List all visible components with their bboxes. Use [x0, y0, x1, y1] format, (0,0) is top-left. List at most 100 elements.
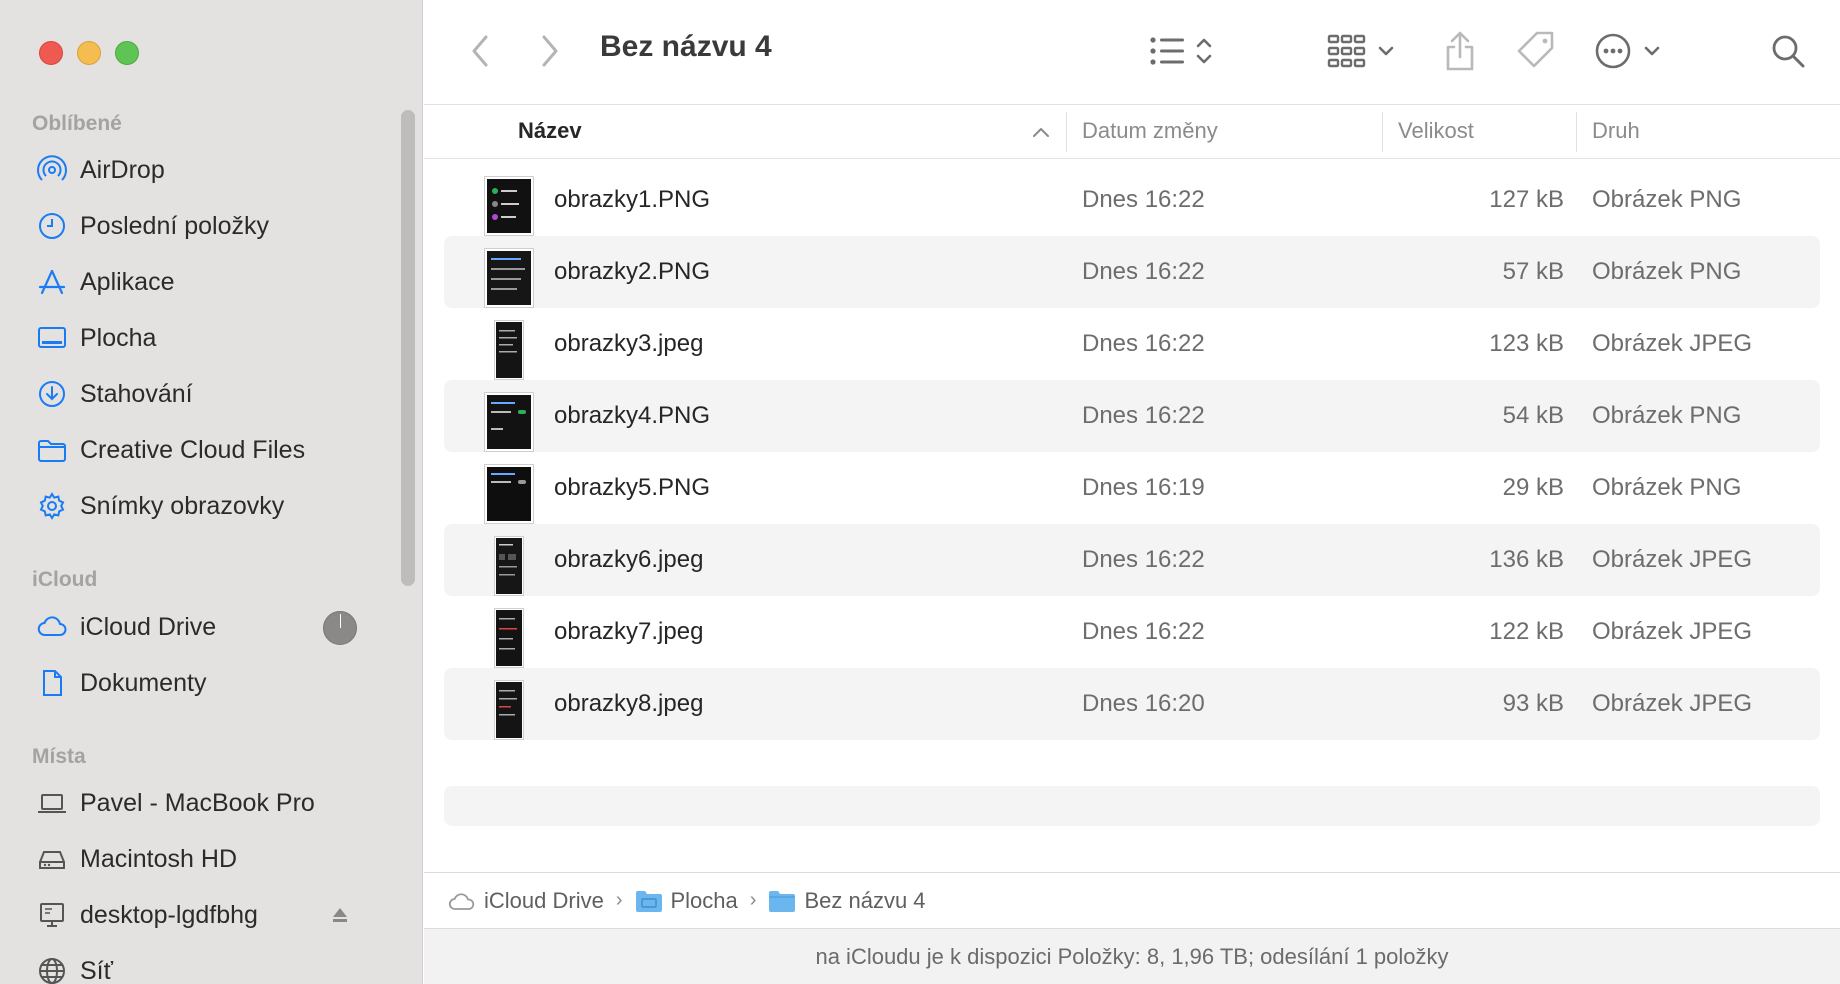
- minimize-window-button[interactable]: [77, 41, 101, 65]
- view-mode-list-button[interactable]: [1146, 27, 1226, 75]
- table-row[interactable]: obrazky5.PNG Dnes 16:19 29 kB Obrázek PN…: [444, 452, 1820, 524]
- file-list: obrazky1.PNG Dnes 16:22 127 kB Obrázek P…: [444, 164, 1820, 740]
- chevron-right-icon: ›: [615, 889, 623, 911]
- path-segment-current-folder[interactable]: Bez názvu 4: [768, 888, 926, 914]
- sort-ascending-icon[interactable]: [1032, 126, 1050, 138]
- file-date: Dnes 16:22: [1082, 618, 1205, 645]
- document-icon: [36, 667, 68, 699]
- chevron-left-icon: [472, 35, 488, 67]
- sidebar-item-icloud-drive[interactable]: iCloud Drive: [36, 605, 366, 649]
- file-size: 93 kB: [1502, 690, 1564, 717]
- file-date: Dnes 16:22: [1082, 330, 1205, 357]
- icloud-sync-progress-icon: [323, 611, 357, 645]
- sidebar-item-airdrop[interactable]: AirDrop: [36, 148, 366, 192]
- image-thumbnail-icon: [494, 536, 524, 596]
- sidebar-item-label: AirDrop: [80, 155, 165, 184]
- sidebar-section-favorites: Oblíbené: [32, 112, 122, 135]
- tag-button[interactable]: [1512, 27, 1560, 75]
- sidebar-item-label: Síť: [80, 956, 113, 984]
- image-thumbnail-icon: [494, 320, 524, 380]
- file-kind: Obrázek JPEG: [1592, 618, 1753, 645]
- status-bar: na iCloudu je k dispozici Položky: 8, 1,…: [424, 928, 1840, 984]
- image-thumbnail-icon: [484, 248, 534, 308]
- column-divider[interactable]: [1066, 112, 1067, 152]
- file-date: Dnes 16:19: [1082, 474, 1205, 501]
- sidebar-item-desktop[interactable]: Plocha: [36, 316, 366, 360]
- sidebar-item-documents[interactable]: Dokumenty: [36, 661, 366, 705]
- sidebar-item-label: Macintosh HD: [80, 844, 237, 873]
- table-row[interactable]: obrazky3.jpeg Dnes 16:22 123 kB Obrázek …: [444, 308, 1820, 380]
- path-segment-plocha[interactable]: Plocha: [635, 888, 738, 914]
- file-name: obrazky1.PNG: [554, 186, 711, 213]
- search-icon: [1772, 35, 1805, 68]
- image-thumbnail-icon: [484, 392, 534, 452]
- close-window-button[interactable]: [39, 41, 63, 65]
- image-thumbnail-icon: [494, 680, 524, 740]
- sidebar-item-applications[interactable]: Aplikace: [36, 260, 366, 304]
- sidebar-item-macintosh-hd[interactable]: Macintosh HD: [36, 837, 366, 881]
- sidebar-item-screenshots[interactable]: Snímky obrazovky: [36, 484, 366, 528]
- table-row[interactable]: obrazky2.PNG Dnes 16:22 57 kB Obrázek PN…: [444, 236, 1820, 308]
- file-kind: Obrázek PNG: [1592, 474, 1742, 501]
- desktop-icon: [36, 322, 68, 354]
- table-row[interactable]: obrazky7.jpeg Dnes 16:22 122 kB Obrázek …: [444, 596, 1820, 668]
- sidebar-item-label: Stahování: [80, 379, 193, 408]
- file-size: 122 kB: [1489, 618, 1564, 645]
- group-by-button[interactable]: [1326, 27, 1402, 75]
- applications-icon: [36, 266, 68, 298]
- sidebar-scrollbar[interactable]: [401, 110, 415, 586]
- sidebar-item-label: Dokumenty: [80, 668, 207, 697]
- file-date: Dnes 16:22: [1082, 402, 1205, 429]
- sidebar-item-label: Snímky obrazovky: [80, 491, 285, 520]
- column-header-date[interactable]: Datum změny: [1082, 118, 1218, 144]
- column-divider[interactable]: [1576, 112, 1577, 152]
- sidebar-item-macbook[interactable]: Pavel - MacBook Pro: [36, 781, 366, 825]
- path-segment-icloud-drive[interactable]: iCloud Drive: [448, 888, 604, 914]
- column-divider[interactable]: [1382, 112, 1383, 152]
- table-row[interactable]: obrazky6.jpeg Dnes 16:22 136 kB Obrázek …: [444, 524, 1820, 596]
- back-button[interactable]: [460, 27, 500, 75]
- fullscreen-window-button[interactable]: [115, 41, 139, 65]
- sidebar-item-network[interactable]: Síť: [36, 949, 366, 984]
- window-controls: [39, 41, 139, 65]
- table-row[interactable]: obrazky1.PNG Dnes 16:22 127 kB Obrázek P…: [444, 164, 1820, 236]
- folder-icon: [635, 890, 662, 912]
- file-kind: Obrázek JPEG: [1592, 546, 1753, 573]
- folder-icon: [36, 434, 68, 466]
- search-button[interactable]: [1766, 27, 1810, 75]
- more-actions-button[interactable]: [1592, 27, 1668, 75]
- chevron-right-icon: ›: [749, 889, 757, 911]
- file-date: Dnes 16:20: [1082, 690, 1205, 717]
- sidebar-item-network-computer[interactable]: desktop-lgdfbhg: [36, 893, 366, 937]
- table-row[interactable]: obrazky8.jpeg Dnes 16:20 93 kB Obrázek J…: [444, 668, 1820, 740]
- file-kind: Obrázek JPEG: [1592, 330, 1753, 357]
- sidebar-section-locations: Místa: [32, 745, 86, 768]
- sidebar-item-recents[interactable]: Poslední položky: [36, 204, 366, 248]
- column-header-kind[interactable]: Druh: [1592, 118, 1640, 144]
- file-date: Dnes 16:22: [1082, 546, 1205, 573]
- image-thumbnail-icon: [484, 176, 534, 236]
- tag-icon: [1517, 31, 1554, 68]
- column-header-name[interactable]: Název: [518, 118, 582, 144]
- file-size: 29 kB: [1502, 474, 1564, 501]
- toolbar: Bez názvu 4: [424, 0, 1840, 105]
- chevron-right-icon: [542, 35, 558, 67]
- table-row[interactable]: obrazky4.PNG Dnes 16:22 54 kB Obrázek PN…: [444, 380, 1820, 452]
- sidebar-item-label: Poslední položky: [80, 211, 270, 240]
- column-header-size[interactable]: Velikost: [1398, 118, 1474, 144]
- file-size: 127 kB: [1489, 186, 1564, 213]
- cloud-icon: [448, 892, 475, 910]
- empty-row-stripe: [444, 786, 1820, 826]
- sidebar-item-label: Creative Cloud Files: [80, 435, 306, 464]
- file-date: Dnes 16:22: [1082, 258, 1205, 285]
- path-bar: iCloud Drive › Plocha › Bez názvu 4: [424, 872, 1840, 928]
- status-text: na iCloudu je k dispozici Položky: 8, 1,…: [815, 943, 1449, 969]
- forward-button[interactable]: [530, 27, 570, 75]
- share-button[interactable]: [1438, 27, 1482, 75]
- image-thumbnail-icon: [484, 464, 534, 524]
- eject-icon[interactable]: [330, 905, 350, 925]
- path-segment-label: iCloud Drive: [484, 887, 604, 913]
- sidebar-item-downloads[interactable]: Stahování: [36, 372, 366, 416]
- finder-window: Oblíbené AirDrop Poslední položky Aplika…: [0, 0, 1840, 984]
- sidebar-item-creative-cloud[interactable]: Creative Cloud Files: [36, 428, 366, 472]
